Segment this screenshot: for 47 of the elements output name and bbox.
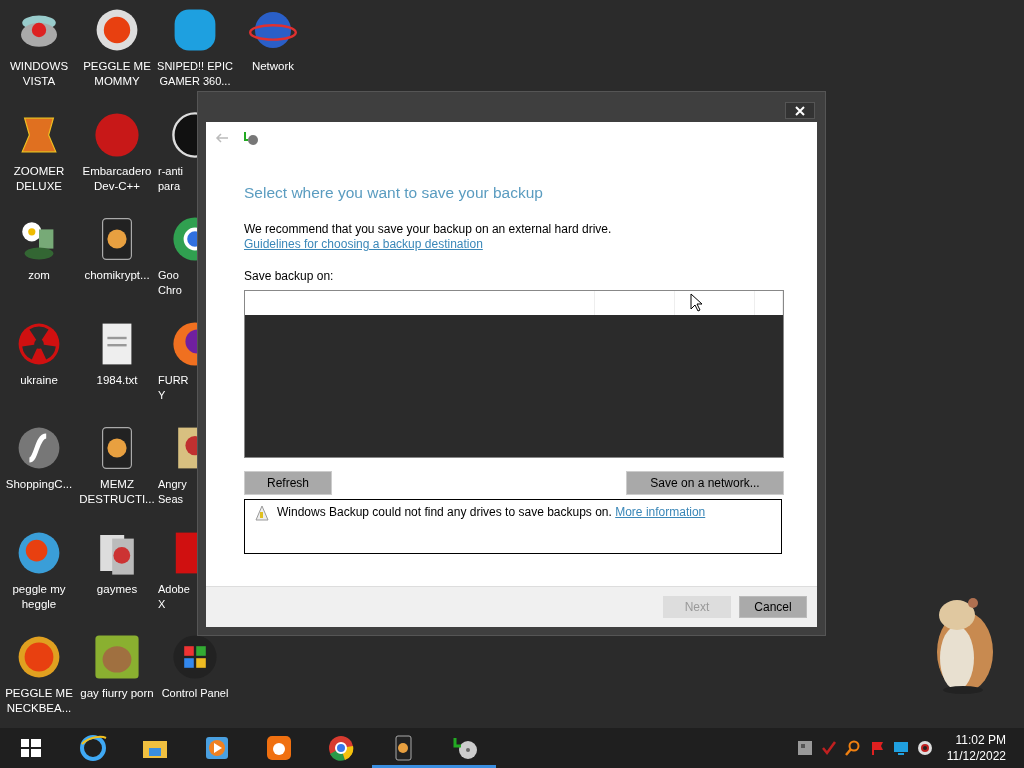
drive-list[interactable]: [244, 290, 784, 458]
icon-label: WINDOWS VISTA: [8, 59, 70, 89]
icon-label: 1984.txt: [96, 372, 138, 388]
speaker-icon[interactable]: [916, 740, 933, 756]
check-mark-icon[interactable]: [820, 740, 837, 756]
icon-label: Network: [251, 59, 295, 74]
backup-icon: [243, 130, 259, 146]
icon-label: gaymes: [96, 581, 138, 597]
monitor-icon[interactable]: [892, 740, 909, 756]
media-player-icon: [203, 734, 231, 762]
icon-label: Goo Chro: [158, 268, 183, 298]
icon-label: Adobe X: [158, 581, 191, 612]
more-info-link[interactable]: More information: [615, 505, 706, 519]
chrome-icon: [327, 734, 355, 762]
intro-text: We recommend that you save your backup on an external hard drive. Guidelines for choosing a backup destination: [244, 222, 613, 252]
icon-label: PEGGLE ME MOMMY: [82, 59, 152, 89]
icon-label: PEGGLE ME NECKBEA...: [4, 686, 74, 716]
warning-icon: [255, 505, 269, 521]
icon-label: Control Panel: [161, 686, 229, 701]
icon-label: zom: [28, 268, 50, 283]
browser-icon: [79, 734, 107, 762]
magnifier-icon[interactable]: [844, 740, 861, 756]
guidelines-link[interactable]: Guidelines for choosing a backup destination: [244, 237, 483, 251]
icon-label: gay fiurry porn: [80, 686, 154, 701]
page-heading: Select where you want to save your backup: [244, 184, 544, 202]
refresh-button[interactable]: Refresh: [244, 471, 332, 495]
icon-label: ukraine: [20, 372, 58, 388]
network-button[interactable]: Save on a network...: [626, 471, 784, 495]
close-button[interactable]: [785, 102, 815, 119]
icon-label: MEMZ DESTRUCTI...: [79, 477, 155, 507]
list-label: Save backup on:: [244, 269, 335, 283]
cursor-icon: [690, 293, 702, 312]
message-text: Windows Backup could not find any drives to save backups on. More information: [277, 505, 706, 519]
icon-label: ZOOMER DELUXE: [12, 163, 66, 194]
icon-label: SNIPED!! EPIC GAMER 360...: [156, 59, 234, 89]
grid-icon[interactable]: [796, 740, 813, 756]
close-icon: [795, 105, 805, 116]
clock[interactable]: 11:02 PM 11/12/2022: [946, 732, 1006, 764]
icon-label: FURRY: [158, 372, 190, 403]
icon-label: chomikrypt...: [84, 268, 150, 283]
icon-label: peggle my heggle: [11, 581, 67, 612]
icon-label: Embarcadero Dev-C++: [81, 163, 153, 194]
windows-icon[interactable]: [171, 633, 219, 681]
icon-label: ShoppingC...: [5, 477, 73, 492]
icon-label: r-anti para: [158, 163, 185, 194]
cancel-button[interactable]: Cancel: [739, 596, 807, 618]
icon-label: Angry Seas: [158, 477, 188, 507]
